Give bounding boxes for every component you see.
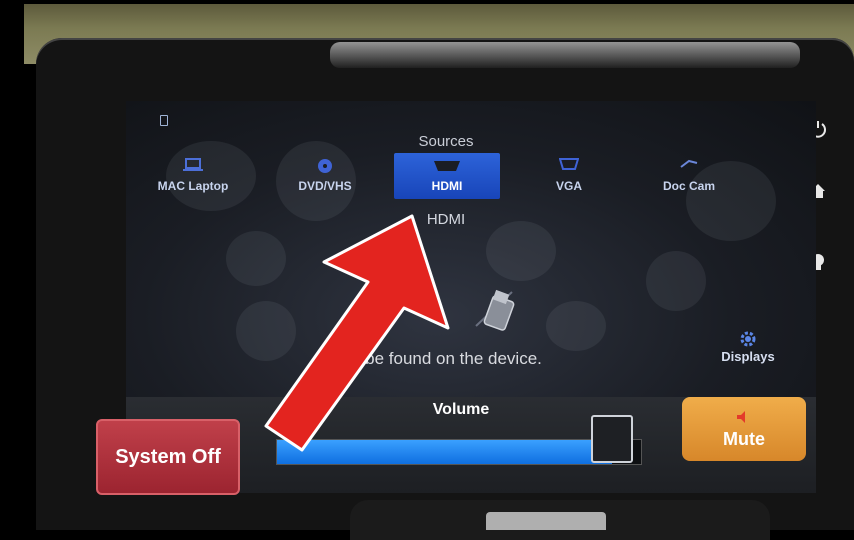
system-off-button[interactable]: System Off bbox=[96, 419, 240, 495]
annotation-arrow bbox=[264, 214, 450, 452]
system-off-label: System Off bbox=[115, 445, 221, 468]
brand-logo bbox=[486, 512, 606, 530]
bezel-glare bbox=[330, 42, 800, 68]
screen-overlay-layer: System Off bbox=[96, 101, 816, 495]
